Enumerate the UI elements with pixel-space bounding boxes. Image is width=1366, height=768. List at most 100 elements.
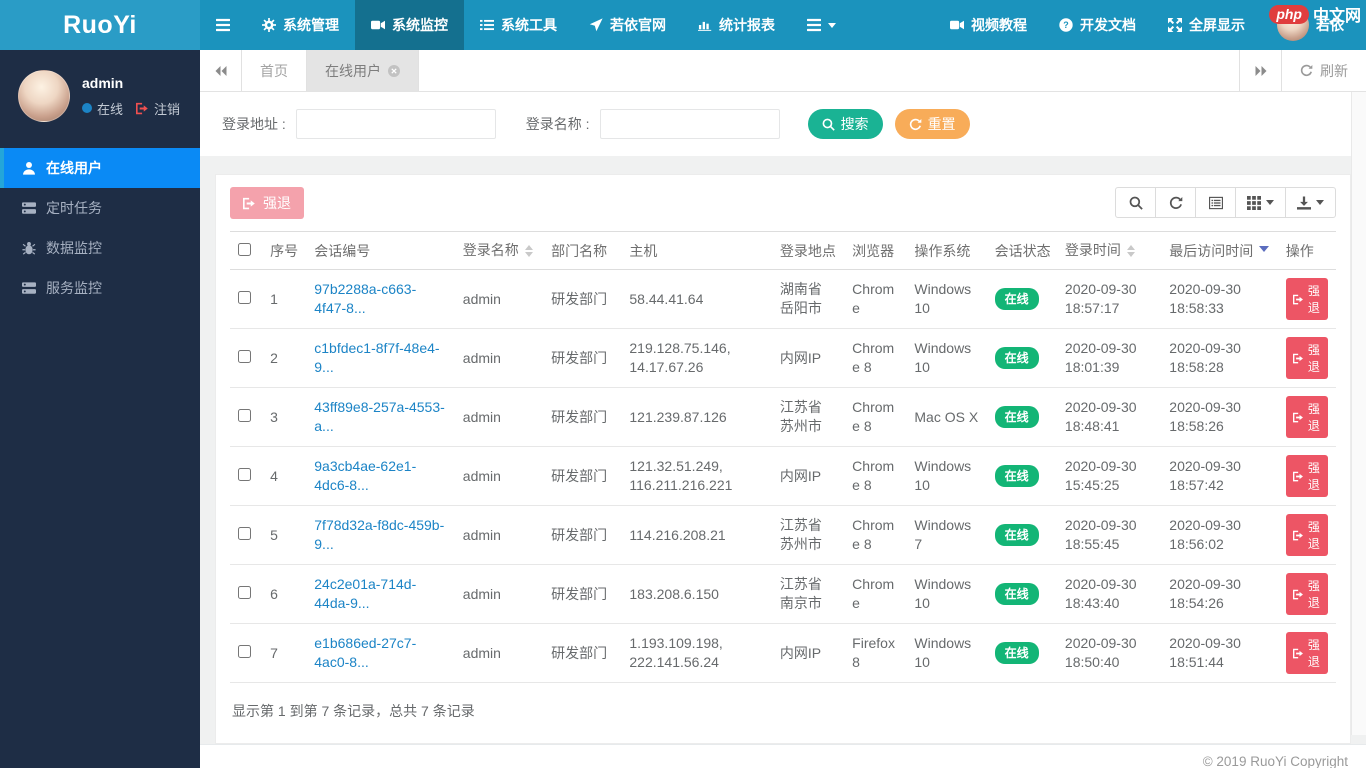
sidebar-item-data-monitor[interactable]: 数据监控 (0, 228, 200, 268)
cell-index: 7 (262, 623, 307, 684)
session-id-link[interactable]: 97b2288a-c663-4f47-8... (314, 281, 416, 316)
detail-view-button[interactable] (1195, 187, 1236, 218)
export-button[interactable] (1285, 187, 1336, 218)
force-logout-button[interactable]: 强退 (1285, 337, 1328, 380)
row-checkbox[interactable] (238, 467, 251, 481)
search-toggle-button[interactable] (1115, 187, 1156, 218)
sidebar-menu: 在线用户 定时任务 数据监控 服务监控 (0, 148, 200, 308)
chart-icon (698, 18, 712, 32)
cell-last-access: 2020-09-30 18:58:28 (1161, 328, 1278, 389)
force-logout-button[interactable]: 强退 (1285, 396, 1328, 439)
scrollbar[interactable] (1351, 92, 1366, 735)
status-badge: 在线 (994, 406, 1039, 429)
sidebar-item-label: 定时任务 (46, 200, 102, 216)
send-icon (589, 18, 603, 32)
search-icon (1129, 196, 1143, 210)
tabs-scroll-right-button[interactable] (1239, 50, 1281, 91)
force-logout-button[interactable]: 强退 (1285, 573, 1328, 616)
tab-home[interactable]: 首页 (242, 50, 307, 91)
cell-dept: 研发部门 (543, 269, 622, 330)
bug-icon (22, 241, 36, 255)
nav-item-dev-docs[interactable]: ? 开发文档 (1043, 0, 1152, 50)
session-id-link[interactable]: c1bfdec1-8f7f-48e4-9... (314, 340, 439, 375)
nav-item-video-tutorial[interactable]: 视频教程 (934, 0, 1043, 50)
cell-login-time: 2020-09-30 18:55:45 (1056, 505, 1162, 566)
table-row: 5 7f78d32a-f8dc-459b-9... admin 研发部门 114.216… (230, 505, 1336, 566)
login-address-input[interactable] (295, 109, 496, 139)
row-checkbox[interactable] (238, 290, 251, 304)
row-checkbox[interactable] (238, 644, 251, 658)
login-name-input[interactable] (599, 109, 780, 139)
list-icon (480, 18, 494, 32)
force-logout-button[interactable]: 强退 (1285, 455, 1328, 498)
status-badge: 在线 (994, 347, 1039, 370)
video-icon (950, 18, 964, 32)
refresh-button[interactable] (1155, 187, 1196, 218)
force-logout-button[interactable]: 强退 (1285, 278, 1328, 321)
sidebar-toggle-button[interactable] (200, 0, 246, 50)
row-checkbox[interactable] (238, 585, 251, 599)
video-icon (371, 18, 385, 32)
logout-link[interactable]: 注销 (154, 99, 180, 118)
app-logo[interactable]: RuoYi (0, 0, 200, 50)
tab-online-users[interactable]: 在线用户 (307, 50, 419, 91)
row-checkbox[interactable] (238, 349, 251, 363)
columns-button[interactable] (1235, 187, 1286, 218)
cell-location: 江苏省 南京市 (771, 564, 845, 625)
select-all-checkbox[interactable] (238, 242, 251, 256)
close-icon[interactable] (388, 64, 400, 77)
row-checkbox[interactable] (238, 526, 251, 540)
search-button[interactable]: 搜索 (807, 109, 883, 139)
table-toolbar (1115, 187, 1336, 218)
force-logout-batch-button[interactable]: 强退 (230, 187, 304, 219)
tabs-scroll-left-button[interactable] (200, 50, 242, 91)
column-header-8: 会话状态 (986, 230, 1057, 271)
select-all-cell (230, 230, 263, 271)
cell-index: 5 (262, 505, 307, 566)
copyright-text: © 2019 RuoYi Copyright (1202, 753, 1348, 768)
signout-icon (1292, 412, 1304, 423)
table-row: 7 e1b686ed-27c7-4ac0-8... admin 研发部门 1.193.1… (230, 623, 1336, 684)
session-id-link[interactable]: 24c2e01a-714d-44da-9... (314, 576, 416, 611)
refresh-tab-button[interactable]: 刷新 (1281, 50, 1366, 91)
session-id-link[interactable]: 7f78d32a-f8dc-459b-9... (314, 517, 444, 552)
nav-item-system-tools[interactable]: 系统工具 (464, 0, 573, 50)
column-header-9[interactable]: 登录时间 (1056, 230, 1162, 271)
nav-item-system-manage[interactable]: 系统管理 (246, 0, 355, 50)
cell-dept: 研发部门 (543, 623, 622, 684)
fullscreen-icon (1168, 18, 1182, 32)
nav-item-system-monitor[interactable]: 系统监控 (355, 0, 464, 50)
sidebar-item-service-monitor[interactable]: 服务监控 (0, 268, 200, 308)
cell-location: 江苏省 苏州市 (771, 505, 845, 566)
navbar-menu: 系统管理 系统监控 系统工具 若依官网 统计报表 视频教程 ? 开发文档 全屏显示… (200, 0, 1366, 50)
sidebar-item-online-users[interactable]: 在线用户 (0, 148, 200, 188)
cell-host: 114.216.208.21 (621, 505, 772, 566)
cell-last-access: 2020-09-30 18:57:42 (1161, 446, 1278, 507)
nav-item-label: 系统工具 (501, 17, 557, 33)
sidebar-item-label: 数据监控 (46, 240, 102, 256)
status-badge: 在线 (994, 465, 1039, 488)
nav-item-statistics[interactable]: 统计报表 (682, 0, 791, 50)
sidebar: admin 在线 注销 在线用户 定时任务 数据监控 服务监控 (0, 50, 200, 768)
nav-more-dropdown[interactable] (791, 0, 852, 50)
force-logout-button[interactable]: 强退 (1285, 632, 1328, 675)
app-window: RuoYi 系统管理 系统监控 系统工具 若依官网 统计报表 视频教程 ? 开发文… (0, 0, 1366, 768)
nav-item-label: 全屏显示 (1189, 17, 1245, 33)
sidebar-item-scheduled-tasks[interactable]: 定时任务 (0, 188, 200, 228)
tab-label: 在线用户 (325, 62, 381, 79)
reset-button[interactable]: 重置 (894, 109, 970, 139)
column-header-10[interactable]: 最后访问时间 (1161, 230, 1278, 271)
session-id-link[interactable]: 9a3cb4ae-62e1-4dc6-8... (314, 458, 416, 493)
cell-os: Windows 10 (906, 269, 987, 330)
force-logout-button[interactable]: 强退 (1285, 514, 1328, 557)
cell-index: 4 (262, 446, 307, 507)
user-avatar[interactable] (18, 70, 70, 122)
column-header-2[interactable]: 登录名称 (454, 230, 544, 271)
session-id-link[interactable]: 43ff89e8-257a-4553-a... (314, 399, 445, 434)
cell-index: 2 (262, 328, 307, 389)
session-id-link[interactable]: e1b686ed-27c7-4ac0-8... (314, 635, 416, 670)
row-checkbox[interactable] (238, 408, 251, 422)
nav-item-fullscreen[interactable]: 全屏显示 (1152, 0, 1261, 50)
cell-login-time: 2020-09-30 18:50:40 (1056, 623, 1162, 684)
nav-item-official-site[interactable]: 若依官网 (573, 0, 682, 50)
